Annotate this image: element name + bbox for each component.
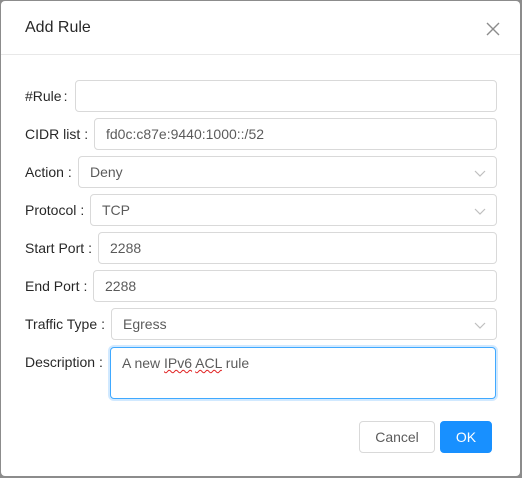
- cancel-button[interactable]: Cancel: [359, 421, 435, 453]
- end-port-label: End Port:: [25, 278, 88, 294]
- dialog-title: Add Rule: [25, 19, 91, 36]
- close-button[interactable]: [479, 15, 507, 43]
- protocol-value: TCP: [102, 202, 130, 218]
- action-label: Action:: [25, 164, 72, 180]
- start-port-label: Start Port:: [25, 240, 93, 256]
- dialog-header: Add Rule: [1, 1, 520, 55]
- cidr-input[interactable]: fd0c:c87e:9440:1000::/52: [94, 118, 497, 150]
- chevron-down-icon: [474, 208, 486, 215]
- description-textarea[interactable]: A new IPv6 ACL rule: [110, 347, 496, 399]
- ok-button[interactable]: OK: [440, 421, 492, 453]
- description-misspelled-word: IPv6: [164, 355, 193, 371]
- description-text: A new: [122, 355, 165, 371]
- traffic-type-select[interactable]: Egress: [111, 308, 497, 340]
- description-label: Description:: [25, 354, 103, 370]
- cidr-label: CIDR list:: [25, 126, 89, 142]
- end-port-input[interactable]: 2288: [93, 270, 497, 302]
- chevron-down-icon: [474, 322, 486, 329]
- description-text: rule: [221, 355, 250, 371]
- protocol-label: Protocol:: [25, 202, 85, 218]
- traffic-type-value: Egress: [123, 316, 167, 332]
- start-port-input[interactable]: 2288: [98, 232, 497, 264]
- close-icon: [486, 22, 500, 36]
- rule-input[interactable]: [75, 80, 497, 112]
- add-rule-dialog: Add Rule #Rule: CIDR list: fd0c:c87e:944…: [1, 1, 520, 476]
- rule-label: #Rule:: [25, 88, 68, 104]
- protocol-select[interactable]: TCP: [90, 194, 497, 226]
- traffic-type-label: Traffic Type:: [25, 316, 105, 332]
- action-value: Deny: [90, 164, 123, 180]
- action-select[interactable]: Deny: [78, 156, 497, 188]
- description-misspelled-word: ACL: [195, 355, 222, 371]
- chevron-down-icon: [474, 170, 486, 177]
